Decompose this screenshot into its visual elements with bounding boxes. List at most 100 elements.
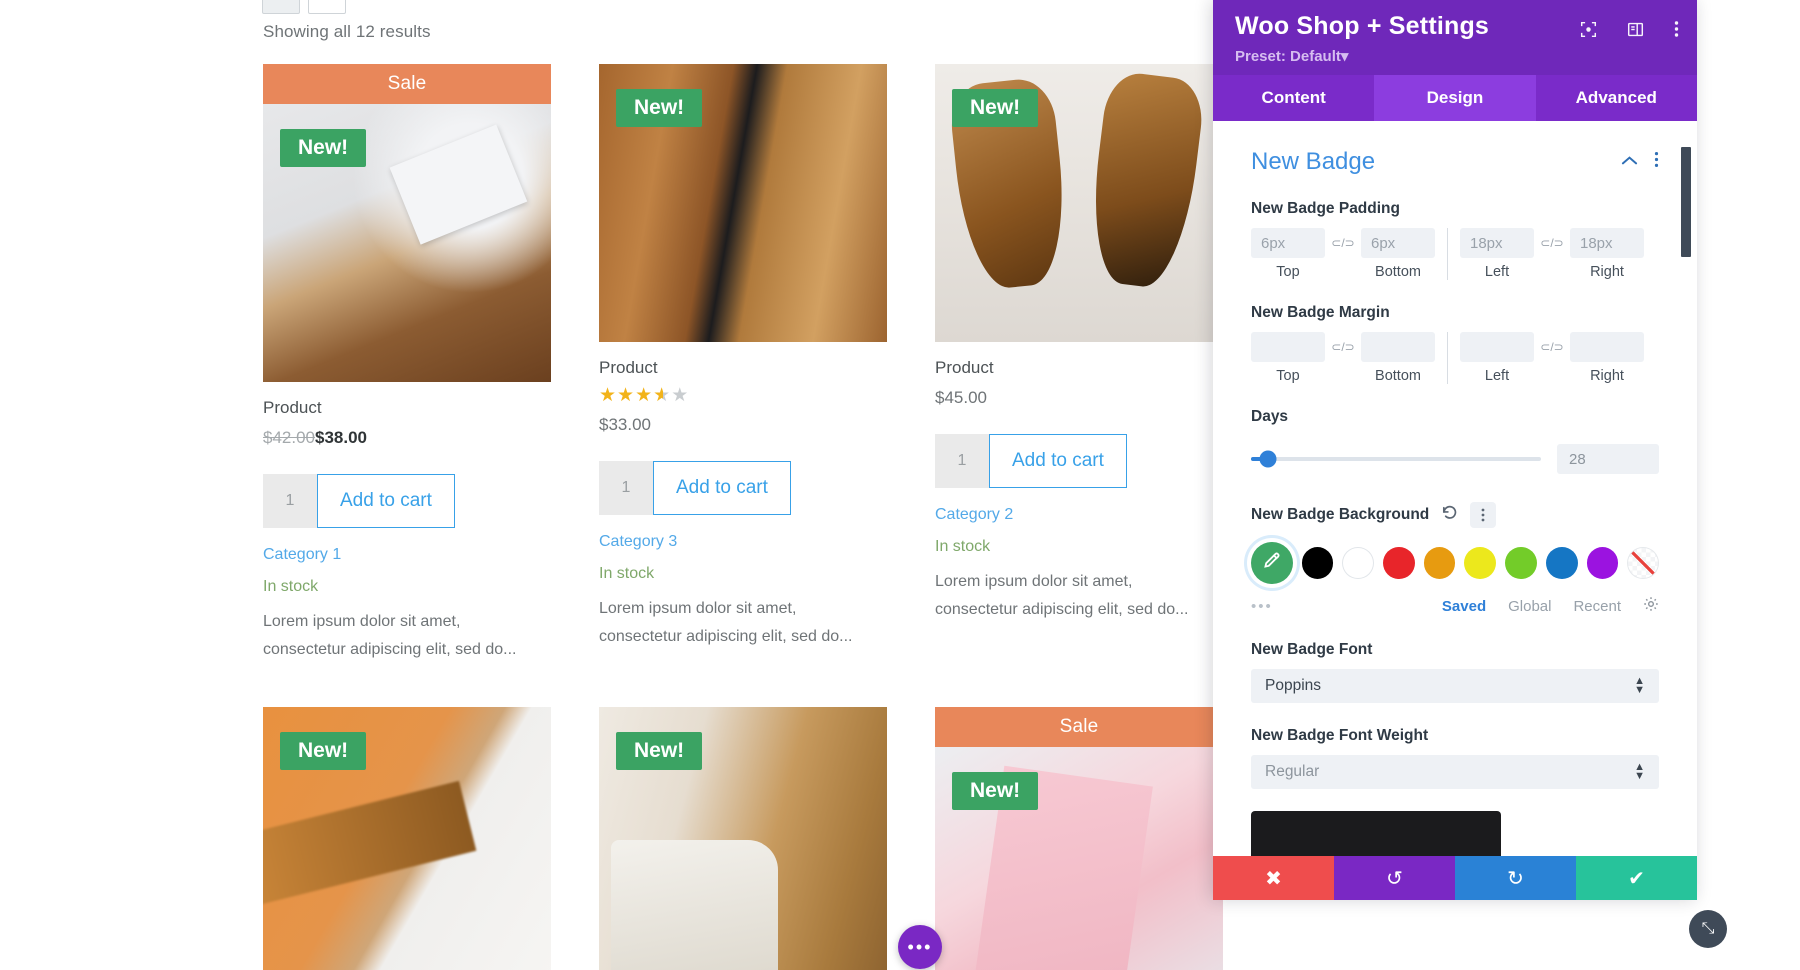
cart-row: 1 Add to cart [935, 434, 1223, 488]
section-title[interactable]: New Badge [1251, 148, 1375, 176]
add-to-cart-button[interactable]: Add to cart [317, 474, 455, 528]
new-badge: New! [280, 129, 367, 168]
product-title[interactable]: Product [935, 358, 1223, 378]
margin-right-input[interactable] [1570, 332, 1644, 362]
color-swatch-green[interactable] [1505, 547, 1537, 579]
more-vertical-icon[interactable] [1470, 502, 1497, 528]
product-category-link[interactable]: Category 1 [263, 546, 551, 564]
color-swatch-blue[interactable] [1545, 547, 1578, 579]
link-icon[interactable]: ⊂/⊃ [1534, 236, 1570, 250]
floating-actions-button[interactable]: ••• [898, 925, 942, 969]
star-empty-icon: ★ [671, 385, 690, 406]
palette-tab-saved[interactable]: Saved [1442, 598, 1486, 615]
margin-label: New Badge Margin [1251, 304, 1390, 321]
more-colors-button[interactable]: ••• [1251, 598, 1273, 615]
color-swatch-black[interactable] [1301, 547, 1334, 579]
gear-icon[interactable] [1643, 596, 1659, 617]
product-category-link[interactable]: Category 2 [935, 506, 1223, 524]
tab-design[interactable]: Design [1374, 75, 1536, 121]
reset-icon[interactable] [1441, 504, 1458, 526]
product-category-link[interactable]: Category 3 [599, 533, 887, 551]
color-swatch-white[interactable] [1342, 547, 1375, 579]
product-image[interactable]: New! [935, 747, 1223, 970]
padding-top-input[interactable]: 6px [1251, 228, 1325, 258]
padding-bottom-input[interactable]: 6px [1361, 228, 1435, 258]
chevron-up-icon[interactable] [1621, 153, 1638, 171]
save-button[interactable]: ✔ [1576, 856, 1697, 900]
quantity-input[interactable]: 1 [935, 434, 989, 488]
product-card[interactable]: Sale New! [935, 707, 1223, 970]
scrollbar-thumb[interactable] [1681, 147, 1691, 257]
link-icon[interactable]: ⊂/⊃ [1325, 236, 1361, 250]
product-card[interactable]: Sale New! Product $42.00$38.00 1 Add to … [263, 64, 551, 663]
product-title[interactable]: Product [263, 398, 551, 418]
color-swatch-purple[interactable] [1586, 547, 1619, 579]
focus-target-icon[interactable] [1580, 21, 1597, 38]
slider-knob[interactable] [1259, 450, 1277, 468]
padding-right-input[interactable]: 18px [1570, 228, 1644, 258]
pagination-controls[interactable] [262, 0, 346, 14]
layout-panel-icon[interactable] [1627, 21, 1644, 38]
preset-label: Preset: Default [1235, 48, 1341, 65]
days-input[interactable]: 28 [1557, 444, 1659, 474]
margin-top-input[interactable] [1251, 332, 1325, 362]
pagination-button-2[interactable] [308, 0, 346, 14]
tab-content[interactable]: Content [1213, 75, 1374, 121]
panel-preset[interactable]: Preset: Default▾ [1235, 47, 1675, 65]
padding-label: New Badge Padding [1251, 200, 1400, 217]
link-icon[interactable]: ⊂/⊃ [1534, 340, 1570, 354]
days-slider[interactable] [1251, 450, 1541, 468]
color-swatch-red[interactable] [1383, 547, 1415, 579]
padding-right-caption: Right [1590, 264, 1624, 280]
product-image[interactable]: New! [263, 104, 551, 382]
panel-scrollbar[interactable] [1681, 121, 1691, 856]
product-image[interactable]: New! [599, 64, 887, 342]
font-weight-select[interactable]: Regular ▲ ▼ [1251, 755, 1659, 789]
margin-right-caption: Right [1590, 368, 1624, 384]
color-swatch-orange[interactable] [1423, 547, 1456, 579]
product-image[interactable]: New! [599, 707, 887, 970]
product-title[interactable]: Product [599, 358, 887, 378]
quantity-input[interactable]: 1 [263, 474, 317, 528]
chevron-down-icon[interactable]: ▾ [1341, 48, 1349, 65]
resize-handle[interactable]: ⤡ [1689, 910, 1727, 948]
add-to-cart-button[interactable]: Add to cart [989, 434, 1127, 488]
product-image[interactable]: New! [263, 707, 551, 970]
font-select-value: Poppins [1265, 677, 1322, 694]
selected-color-swatch[interactable] [1251, 542, 1293, 584]
margin-left-input[interactable] [1460, 332, 1534, 362]
panel-action-bar: ✖ ↺ ↻ ✔ [1213, 856, 1697, 900]
font-select[interactable]: Poppins ▲ ▼ [1251, 669, 1659, 703]
padding-left-input[interactable]: 18px [1460, 228, 1534, 258]
preview-image-strip [1251, 811, 1501, 856]
margin-bottom-input[interactable] [1361, 332, 1435, 362]
link-icon[interactable]: ⊂/⊃ [1325, 340, 1361, 354]
redo-button[interactable]: ↻ [1455, 856, 1576, 900]
quantity-input[interactable]: 1 [599, 461, 653, 515]
add-to-cart-button[interactable]: Add to cart [653, 461, 791, 515]
days-label: Days [1251, 408, 1289, 425]
cancel-button[interactable]: ✖ [1213, 856, 1334, 900]
palette-tab-recent[interactable]: Recent [1573, 598, 1621, 615]
settings-panel: Woo Shop + Settings Preset: Default▾ Con… [1213, 0, 1697, 900]
more-vertical-icon[interactable] [1654, 151, 1659, 173]
product-description: Lorem ipsum dolor sit amet, consectetur … [599, 600, 853, 645]
panel-body: New Badge New Badge Padding 6px ⊂/⊃ 6px … [1213, 121, 1697, 856]
tab-advanced[interactable]: Advanced [1536, 75, 1697, 121]
product-image[interactable]: New! [935, 64, 1223, 342]
product-card[interactable]: New! [263, 707, 551, 970]
color-swatch-transparent[interactable] [1627, 547, 1659, 579]
palette-tab-global[interactable]: Global [1508, 598, 1551, 615]
product-card[interactable]: New! [599, 707, 887, 970]
product-card[interactable]: New! Product ★★★★★ $33.00 1 Add to cart … [599, 64, 887, 663]
undo-button[interactable]: ↺ [1334, 856, 1455, 900]
margin-left-caption: Left [1484, 368, 1510, 384]
star-filled-icon: ★ [599, 385, 618, 406]
color-swatch-yellow[interactable] [1464, 547, 1497, 579]
product-card[interactable]: New! Product $45.00 1 Add to cart Catego… [935, 64, 1223, 663]
new-badge: New! [616, 732, 703, 771]
pagination-button-1[interactable] [262, 0, 300, 14]
product-description: Lorem ipsum dolor sit amet, consectetur … [935, 573, 1189, 618]
more-vertical-icon[interactable] [1674, 20, 1679, 38]
